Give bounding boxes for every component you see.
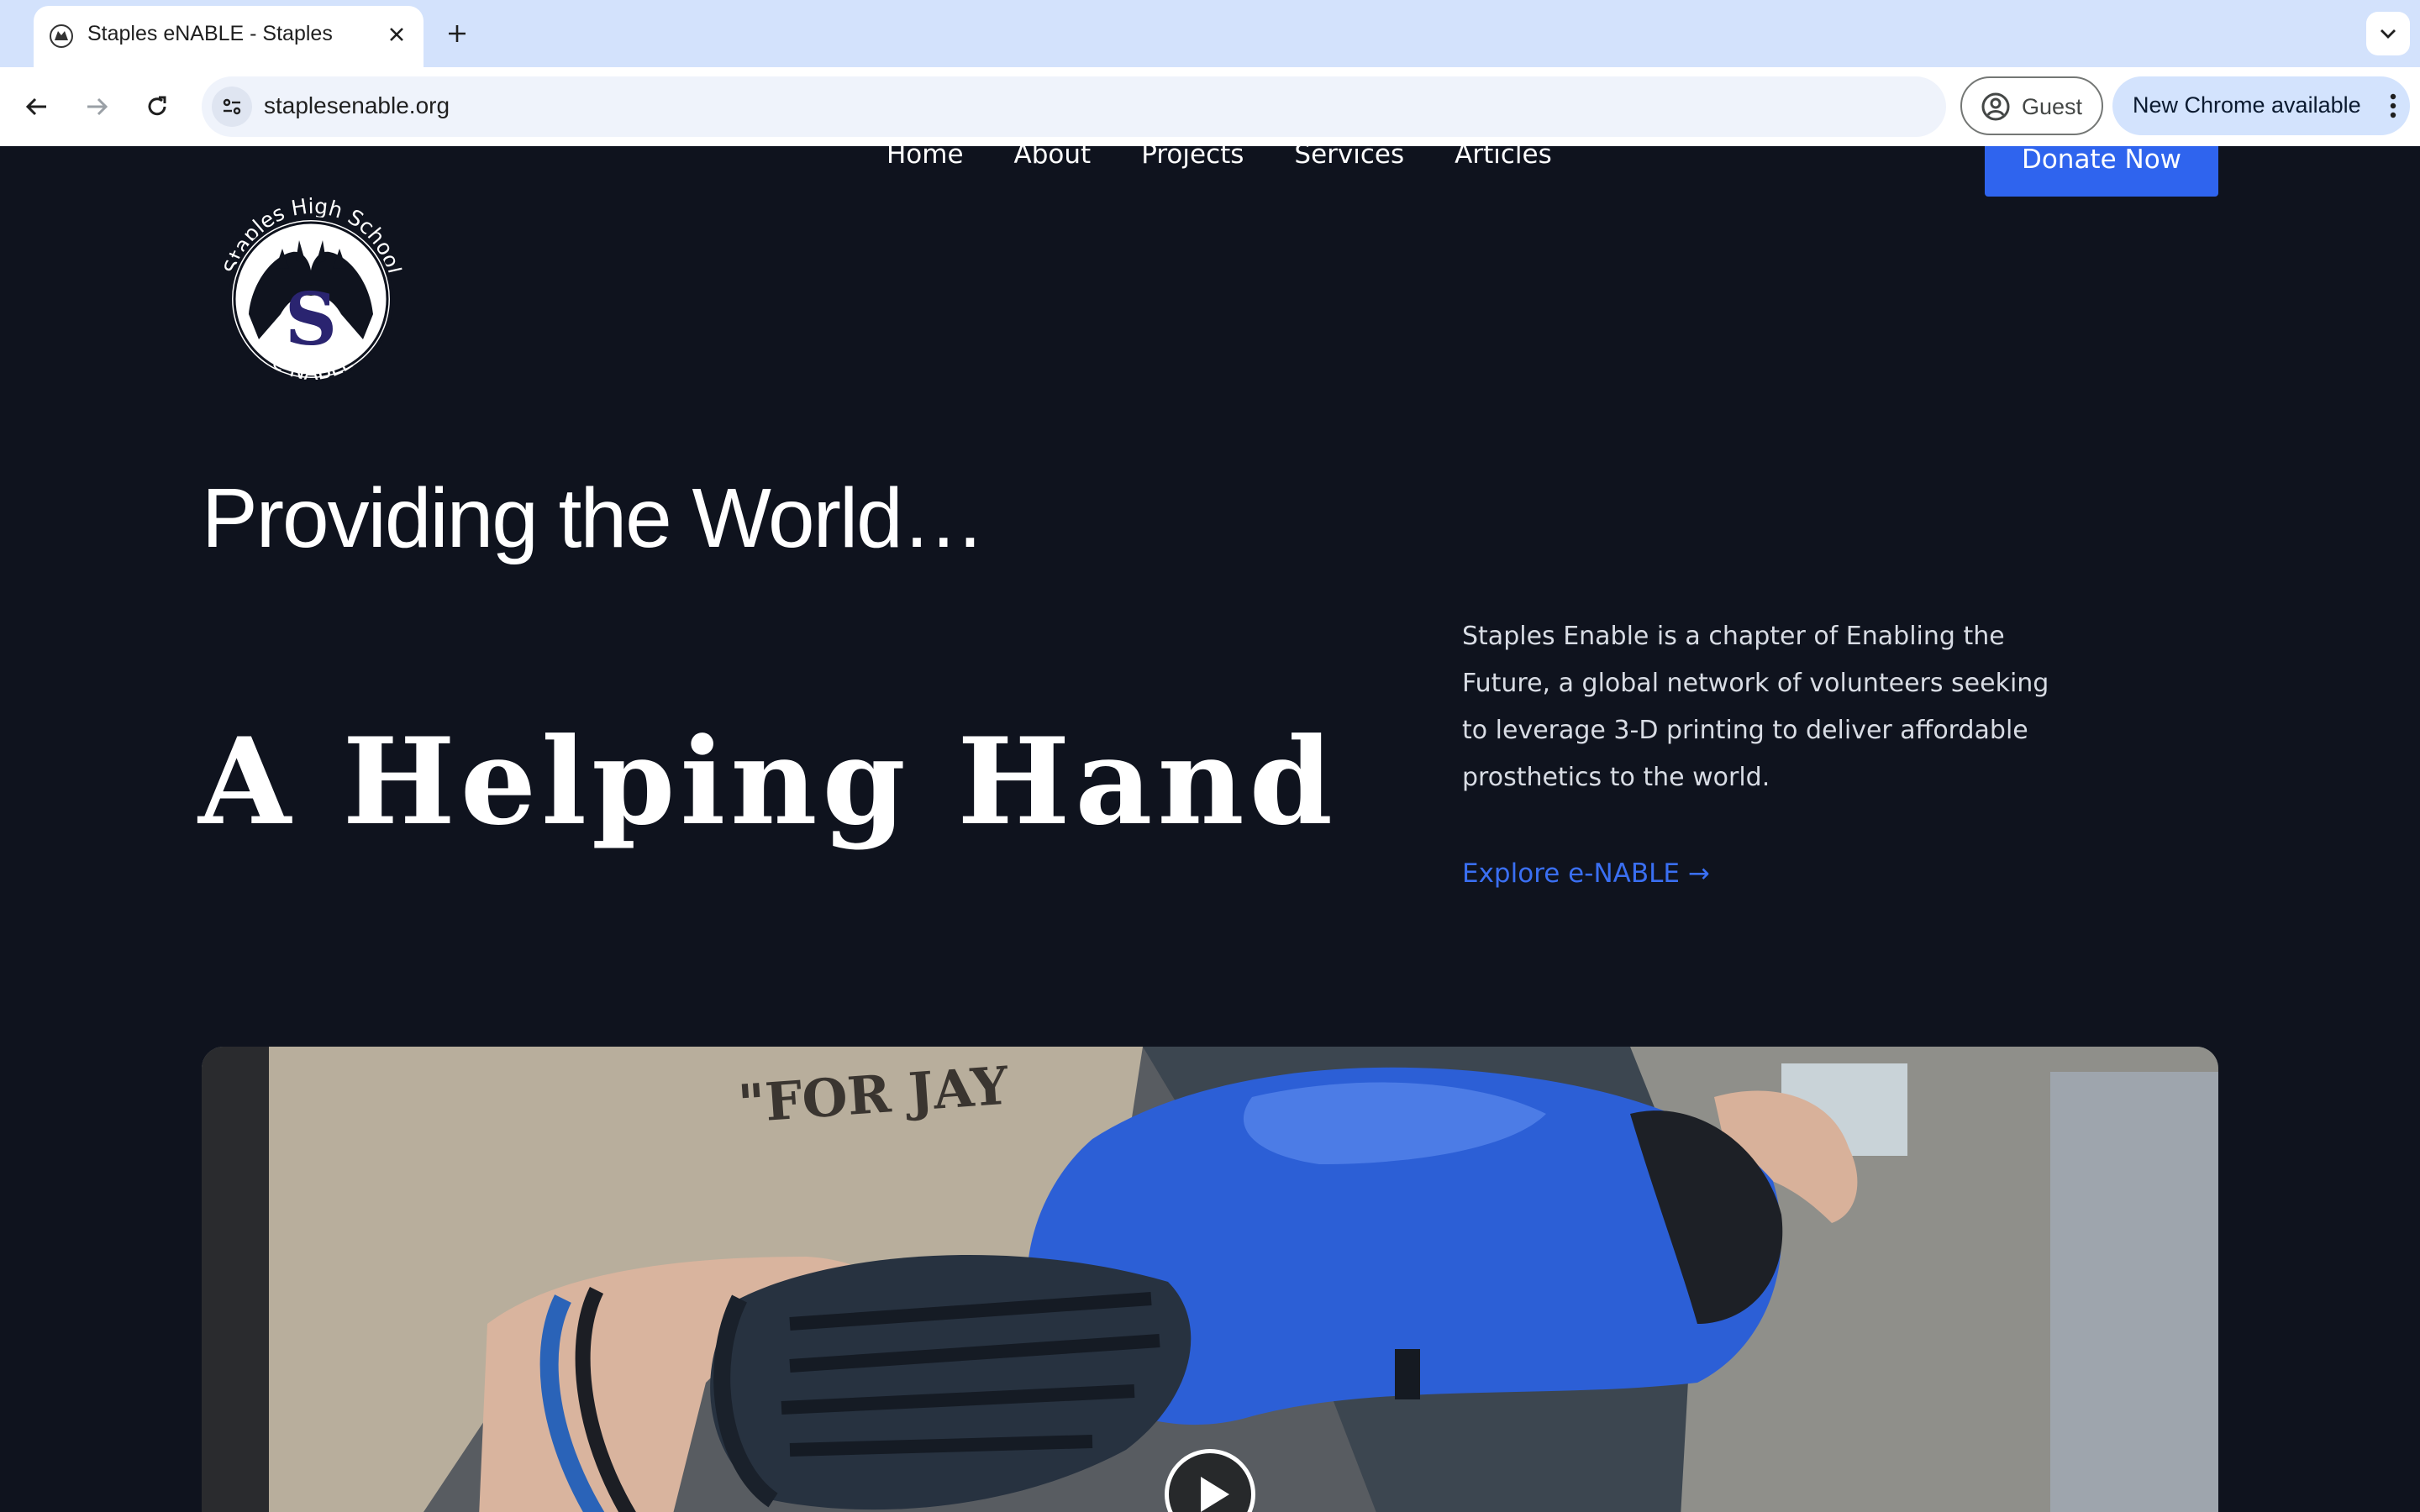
profile-label: Guest bbox=[2022, 94, 2083, 119]
profile-button[interactable]: Guest bbox=[1960, 76, 2103, 135]
hero-title: A Helping Hand bbox=[198, 712, 1338, 852]
main-navigation: Home About Projects Services Articles bbox=[886, 146, 1602, 181]
hero-subtitle: Providing the World… bbox=[202, 471, 986, 565]
donate-now-button[interactable]: Donate Now bbox=[1985, 146, 2218, 197]
explore-enable-link[interactable]: Explore e-NABLE → bbox=[1462, 858, 1710, 889]
forward-icon[interactable] bbox=[76, 87, 117, 127]
browser-toolbar: staplesenable.org Guest New Chrome avail… bbox=[0, 67, 2420, 146]
play-icon bbox=[1201, 1477, 1229, 1512]
site-info-icon[interactable] bbox=[212, 87, 252, 127]
account-icon bbox=[1981, 92, 2011, 122]
nav-item-home[interactable]: Home bbox=[886, 146, 964, 181]
logo-s-letter: S bbox=[285, 277, 337, 362]
favicon-icon bbox=[49, 24, 74, 49]
donate-label: Donate Now bbox=[2021, 146, 2182, 175]
reload-icon[interactable] bbox=[137, 87, 177, 127]
update-label: New Chrome available bbox=[2133, 92, 2361, 118]
hero-description: Staples Enable is a chapter of Enabling … bbox=[1462, 622, 2049, 792]
tab-title: Staples eNABLE - Staples bbox=[87, 22, 333, 45]
new-tab-icon[interactable] bbox=[439, 15, 476, 52]
nav-item-articles[interactable]: Articles bbox=[1455, 146, 1552, 181]
webpage: Staples High School S e-NABLE Home About… bbox=[0, 146, 2420, 1512]
play-video-button[interactable] bbox=[1165, 1449, 1255, 1512]
nav-item-services[interactable]: Services bbox=[1294, 146, 1404, 181]
hero-video[interactable]: "FOR JAY bbox=[202, 1047, 2218, 1512]
tab-search-icon[interactable] bbox=[2366, 12, 2410, 55]
nav-item-projects[interactable]: Projects bbox=[1141, 146, 1244, 181]
close-tab-icon[interactable] bbox=[380, 18, 413, 51]
video-frame-image: "FOR JAY bbox=[202, 1047, 2218, 1512]
more-vert-icon[interactable] bbox=[2376, 89, 2410, 123]
back-icon[interactable] bbox=[17, 87, 57, 127]
nav-item-about[interactable]: About bbox=[1014, 146, 1092, 181]
site-logo[interactable]: Staples High School S e-NABLE bbox=[215, 188, 410, 391]
address-bar[interactable]: staplesenable.org bbox=[202, 76, 1946, 137]
tab-strip: Staples eNABLE - Staples bbox=[0, 0, 2420, 67]
chrome-update-button[interactable]: New Chrome available bbox=[2112, 76, 2410, 135]
url-text: staplesenable.org bbox=[264, 92, 450, 118]
browser-tab[interactable]: Staples eNABLE - Staples bbox=[34, 6, 424, 67]
